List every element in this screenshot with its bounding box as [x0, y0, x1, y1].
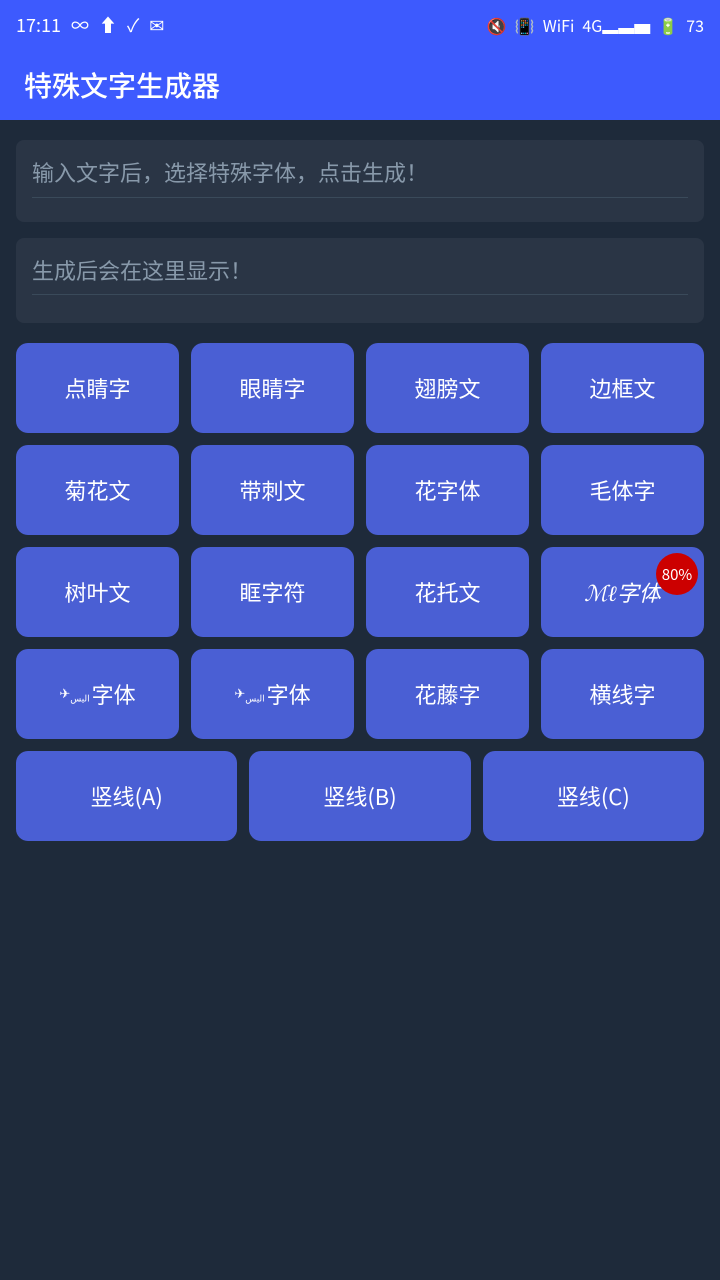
btn-chi-bang[interactable]: 翅膀文 [366, 343, 529, 433]
mute-icon: 🔇 [487, 13, 507, 37]
vibrate-icon: 📳 [515, 13, 535, 37]
button-row-5: 竖线(A) 竖线(B) 竖线(C) [16, 751, 704, 841]
btn-bian-kuang[interactable]: 边框文 [541, 343, 704, 433]
main-content: 输入文字后，选择特殊字体，点击生成！ 生成后会在这里显示！ 点睛字 眼睛字 翅膀… [0, 120, 720, 873]
status-bar: 17:11 ∞ ⬆ ✓ ✉ 🔇 📳 WiFi 4G▂▃▅ 🔋 73 [0, 0, 720, 50]
upload-icon: ⬆ [99, 12, 117, 38]
btn-hua-tuo[interactable]: 花托文 [366, 547, 529, 637]
btn-hua-zi[interactable]: 花字体 [366, 445, 529, 535]
button-row-2: 菊花文 带刺文 花字体 毛体字 [16, 445, 704, 535]
mail-icon: ✉ [149, 12, 164, 38]
button-row-1: 点睛字 眼睛字 翅膀文 边框文 [16, 343, 704, 433]
btn-plane-1[interactable]: ✈اليس 字体 [16, 649, 179, 739]
input-placeholder: 输入文字后，选择特殊字体，点击生成！ [32, 156, 688, 189]
input-section[interactable]: 输入文字后，选择特殊字体，点击生成！ [16, 140, 704, 222]
ml-badge: 80% [656, 553, 698, 595]
plane1-label: 字体 [92, 678, 136, 710]
battery-icon: 🔋 [658, 13, 678, 37]
btn-shu-ye[interactable]: 树叶文 [16, 547, 179, 637]
button-row-3: 树叶文 眶字符 花托文 ℳℓ字体 80% [16, 547, 704, 637]
button-row-4: ✈اليس 字体 ✈اليس 字体 花藤字 横线字 [16, 649, 704, 739]
btn-plane-2[interactable]: ✈اليس 字体 [191, 649, 354, 739]
ml-zi-label: ℳℓ字体 [584, 576, 661, 608]
page-title: 特殊文字生成器 [24, 65, 220, 105]
btn-shu-xian-b[interactable]: 竖线(B) [249, 751, 470, 841]
btn-mao-ti[interactable]: 毛体字 [541, 445, 704, 535]
btn-dian-jing[interactable]: 点睛字 [16, 343, 179, 433]
title-bar: 特殊文字生成器 [0, 50, 720, 120]
status-left: 17:11 ∞ ⬆ ✓ ✉ [16, 12, 164, 38]
wifi-icon: WiFi [543, 13, 575, 37]
btn-kuang-zi[interactable]: 眶字符 [191, 547, 354, 637]
status-right: 🔇 📳 WiFi 4G▂▃▅ 🔋 73 [487, 13, 704, 37]
battery-level: 73 [686, 13, 704, 37]
btn-ml-zi[interactable]: ℳℓ字体 80% [541, 547, 704, 637]
input-divider [32, 197, 688, 198]
btn-shu-xian-c[interactable]: 竖线(C) [483, 751, 704, 841]
btn-ju-hua[interactable]: 菊花文 [16, 445, 179, 535]
btn-dai-ci[interactable]: 带刺文 [191, 445, 354, 535]
output-section: 生成后会在这里显示！ [16, 238, 704, 323]
btn-heng-xian[interactable]: 横线字 [541, 649, 704, 739]
check-icon: ✓ [127, 12, 139, 38]
btn-yan-jing[interactable]: 眼睛字 [191, 343, 354, 433]
btn-shu-xian-a[interactable]: 竖线(A) [16, 751, 237, 841]
plane2-label: 字体 [267, 678, 311, 710]
infinity-icon: ∞ [71, 12, 89, 38]
output-divider [32, 294, 688, 295]
signal-icon: 4G▂▃▅ [582, 13, 650, 37]
output-placeholder: 生成后会在这里显示！ [32, 254, 688, 286]
time-display: 17:11 [16, 12, 61, 38]
btn-hua-teng[interactable]: 花藤字 [366, 649, 529, 739]
